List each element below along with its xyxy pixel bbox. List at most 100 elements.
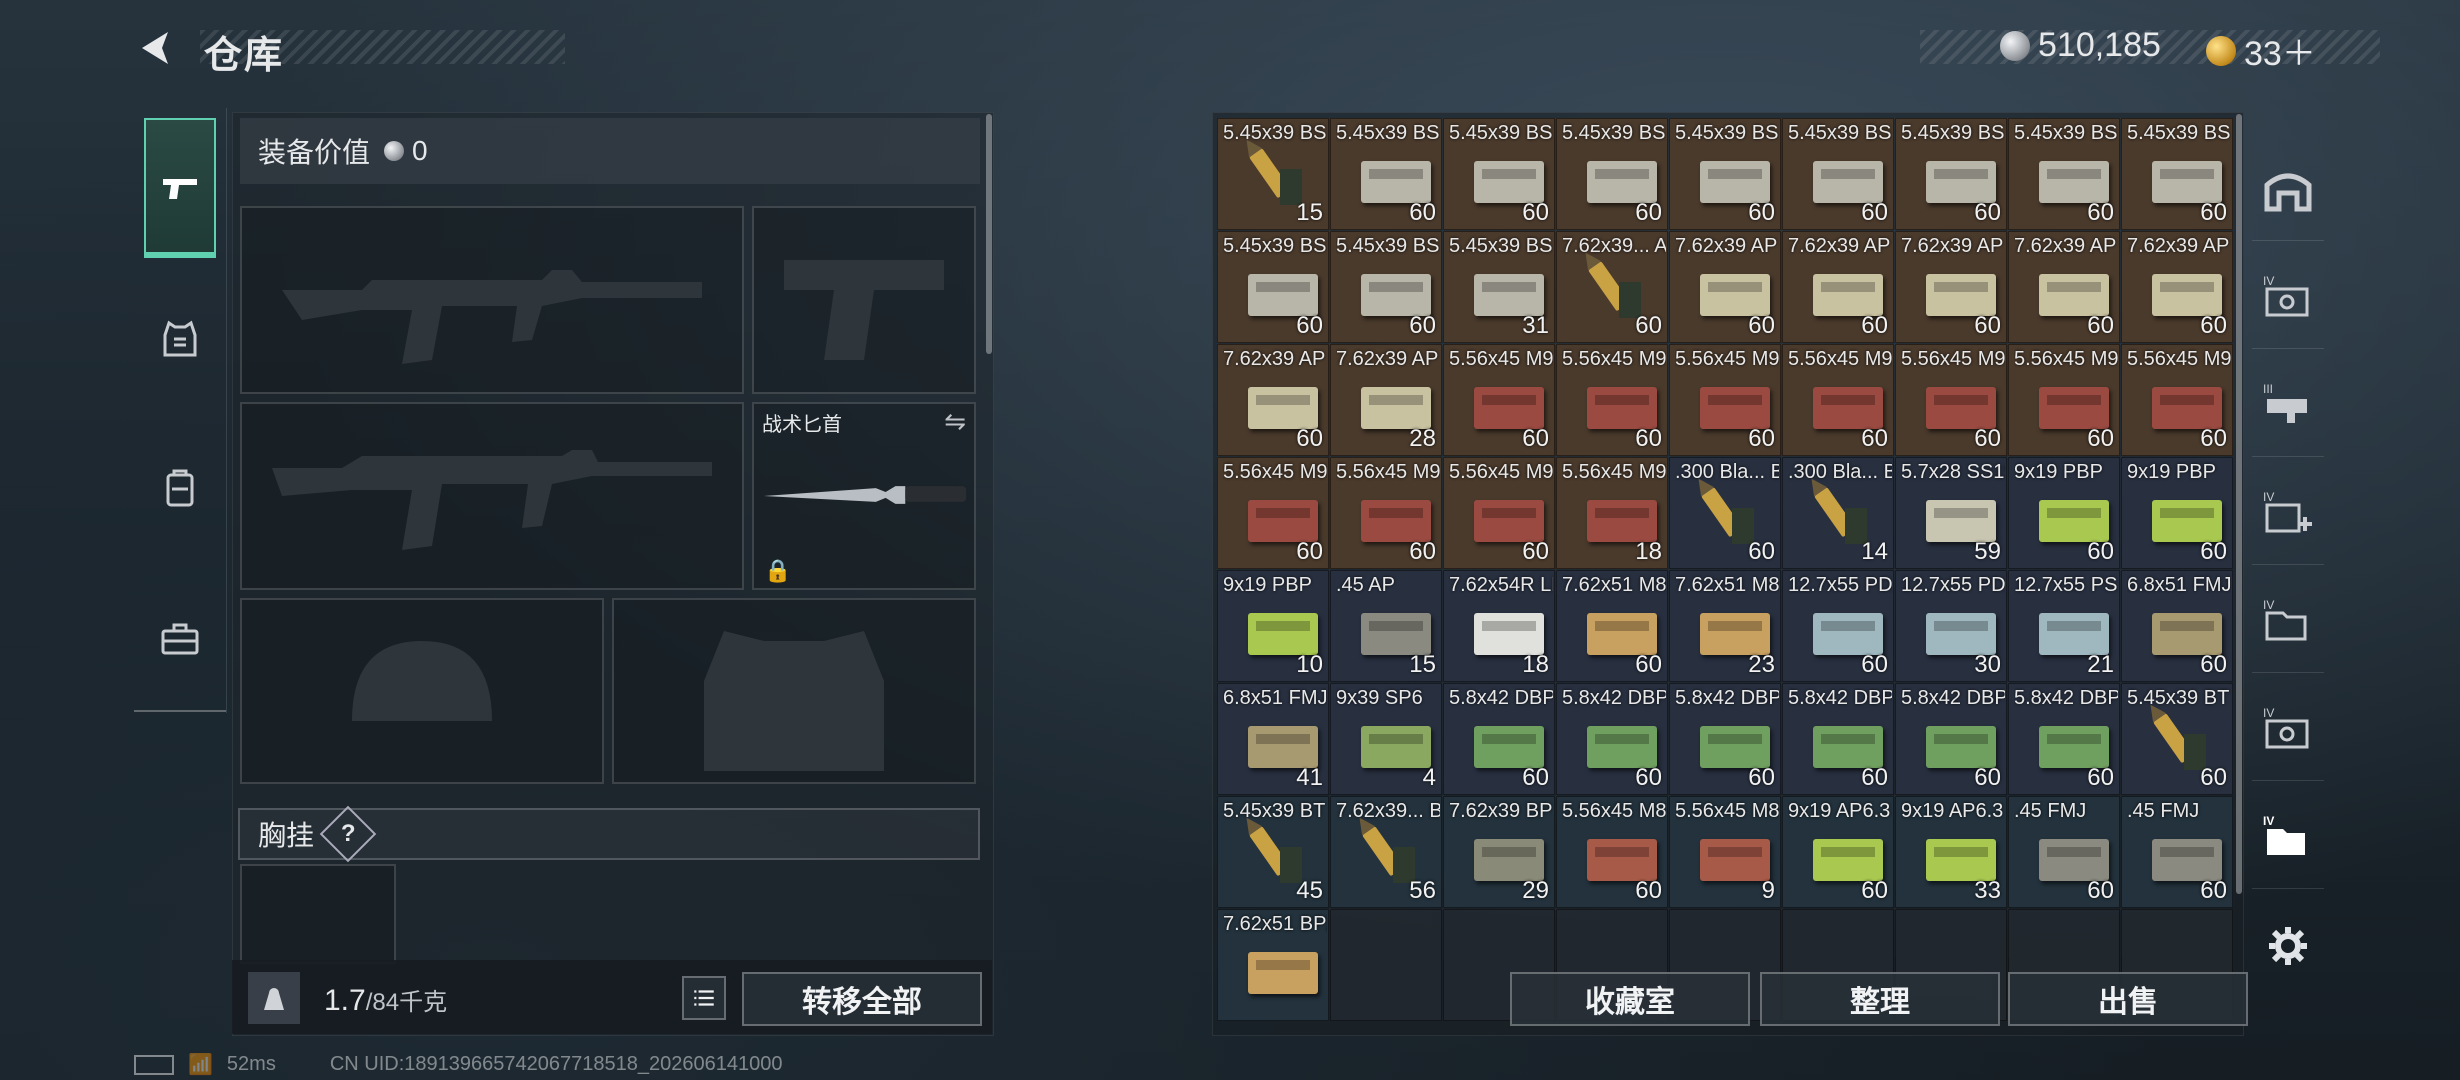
- inventory-item[interactable]: 7.62x39 AP 60: [2121, 231, 2233, 343]
- primary-weapon-slot[interactable]: [240, 206, 744, 394]
- inventory-item[interactable]: 5.45x39 BS 60: [1895, 118, 2007, 230]
- sort-button[interactable]: 整理: [1760, 972, 2000, 1026]
- inventory-item[interactable]: 9x39 SP6 4: [1330, 683, 1442, 795]
- inventory-item[interactable]: .300 Bla... BCP SUB 60: [1669, 457, 1781, 569]
- inventory-item[interactable]: 7.62x39 BP 29: [1443, 796, 1555, 908]
- back-button[interactable]: [132, 24, 180, 72]
- hideout-tab[interactable]: [2252, 140, 2324, 241]
- storage-tab-2[interactable]: III: [2252, 356, 2324, 457]
- tab-armor[interactable]: [144, 268, 216, 408]
- inventory-item[interactable]: 12.7x55 PD12双头 30: [1895, 570, 2007, 682]
- inventory-item[interactable]: 5.56x45 M995 60: [1443, 344, 1555, 456]
- inventory-item[interactable]: 7.62x39 AP 60: [2008, 231, 2120, 343]
- inventory-item[interactable]: 6.8x51 FMJ 60: [2121, 570, 2233, 682]
- storage-tab-4[interactable]: IV: [2252, 572, 2324, 673]
- storage-tab-5[interactable]: IV: [2252, 680, 2324, 781]
- inventory-item[interactable]: 5.56x45 M995 60: [1669, 344, 1781, 456]
- inventory-item[interactable]: 5.56x45 M995 60: [1895, 344, 2007, 456]
- knife-slot[interactable]: 战术匕首 ⇋ 🔒: [752, 402, 976, 590]
- transfer-all-button[interactable]: 转移全部: [742, 972, 982, 1026]
- inventory-item[interactable]: .45 FMJ 60: [2008, 796, 2120, 908]
- inventory-item[interactable]: 9x19 AP6.3 33: [1895, 796, 2007, 908]
- inventory-item[interactable]: 5.45x39 BS 60: [1782, 118, 1894, 230]
- inventory-item[interactable]: 5.56x45 M855A1 9: [1669, 796, 1781, 908]
- inventory-item[interactable]: 9x19 PBP 10: [1217, 570, 1329, 682]
- primary-weapon-slot-2[interactable]: [240, 402, 744, 590]
- inventory-item[interactable]: 7.62x39 AP 28: [1330, 344, 1442, 456]
- tab-weapons[interactable]: [144, 118, 216, 258]
- inventory-item[interactable]: 7.62x39 AP 60: [1895, 231, 2007, 343]
- inventory-item[interactable]: 5.45x39 BT SS 45: [1217, 796, 1329, 908]
- inventory-item[interactable]: 5.7x28 SS193 59: [1895, 457, 2007, 569]
- inventory-item[interactable]: 12.7x55 PD12双头 60: [1782, 570, 1894, 682]
- inventory-item[interactable]: 5.8x42 DBP10 60: [1782, 683, 1894, 795]
- ammo-box-icon: [1248, 387, 1318, 429]
- inventory-item[interactable]: 7.62x39 AP 60: [1217, 344, 1329, 456]
- inventory-item[interactable]: 5.56x45 M995 60: [2121, 344, 2233, 456]
- ammo-box-icon: [1474, 274, 1544, 316]
- inventory-item[interactable]: .45 FMJ 60: [2121, 796, 2233, 908]
- inventory-item[interactable]: 5.8x42 DBP10 60: [1556, 683, 1668, 795]
- inventory-item[interactable]: 7.62x39 AP 60: [1782, 231, 1894, 343]
- chest-rig-slot[interactable]: [240, 864, 396, 964]
- tab-toolbox[interactable]: [144, 568, 216, 708]
- inventory-item[interactable]: 7.62x51 BPZ: [1217, 909, 1329, 1021]
- inventory-item[interactable]: 7.62x39... BP SUB 56: [1330, 796, 1442, 908]
- tab-backpack[interactable]: [144, 418, 216, 558]
- ammo-box-icon: [1248, 726, 1318, 768]
- body-armor-slot[interactable]: [612, 598, 976, 784]
- swap-icon[interactable]: ⇋: [944, 406, 966, 437]
- helmet-slot[interactable]: [240, 598, 604, 784]
- inventory-item[interactable]: 5.45x39 BS 60: [1443, 118, 1555, 230]
- inventory-item[interactable]: 5.45x39 BS 60: [2008, 118, 2120, 230]
- inventory-item[interactable]: 5.45x39 BS 60: [2121, 118, 2233, 230]
- inventory-item[interactable]: 5.56x45 M995 60: [1443, 457, 1555, 569]
- inventory-item[interactable]: 5.56x45 M995 60: [1217, 457, 1329, 569]
- inventory-item[interactable]: 7.62x54R LPS 18: [1443, 570, 1555, 682]
- inventory-item[interactable]: .45 AP 15: [1330, 570, 1442, 682]
- inventory-item[interactable]: 5.45x39 BS 60: [1330, 118, 1442, 230]
- inventory-item[interactable]: .300 Bla... BCP SUB 14: [1782, 457, 1894, 569]
- inventory-item[interactable]: 5.8x42 DBP10 60: [1669, 683, 1781, 795]
- inventory-item[interactable]: 5.45x39 BT SS 60: [2121, 683, 2233, 795]
- inventory-item[interactable]: 7.62x39... AP SUB 60: [1556, 231, 1668, 343]
- equipment-scrollbar[interactable]: [986, 114, 992, 354]
- inventory-item[interactable]: 7.62x51 M80 23: [1669, 570, 1781, 682]
- storage-tab-6-active[interactable]: IV: [2252, 788, 2324, 889]
- ammo-box-icon: [2039, 274, 2109, 316]
- inventory-item[interactable]: 9x19 PBP 60: [2121, 457, 2233, 569]
- inventory-item[interactable]: 5.56x45 M995 18: [1556, 457, 1668, 569]
- item-name: 7.62x39 AP: [1336, 348, 1439, 370]
- sell-button[interactable]: 出售: [2008, 972, 2248, 1026]
- inventory-item[interactable]: 5.45x39 BS 60: [1217, 231, 1329, 343]
- inventory-item[interactable]: 5.8x42 DBP10 60: [1895, 683, 2007, 795]
- inventory-item[interactable]: 9x19 PBP 60: [2008, 457, 2120, 569]
- secondary-weapon-slot[interactable]: [752, 206, 976, 394]
- inventory-item[interactable]: 5.45x39 BS 60: [1330, 231, 1442, 343]
- inventory-item[interactable]: 7.62x39 AP 60: [1669, 231, 1781, 343]
- inventory-item[interactable]: 5.45x39 BS 31: [1443, 231, 1555, 343]
- inventory-item[interactable]: 5.56x45 M995 60: [1556, 344, 1668, 456]
- inventory-item[interactable]: 5.56x45 M995 60: [1330, 457, 1442, 569]
- inventory-item[interactable]: 5.56x45 M995 60: [1782, 344, 1894, 456]
- inventory-item[interactable]: 5.8x42 DBP10 60: [1443, 683, 1555, 795]
- storage-tab-1[interactable]: IV: [2252, 248, 2324, 349]
- inventory-item[interactable]: 12.7x55 PS12 21: [2008, 570, 2120, 682]
- settings-button[interactable]: [2252, 896, 2324, 996]
- inventory-item[interactable]: 5.45x39 BS 51 15: [1217, 118, 1329, 230]
- gold-currency[interactable]: 33＋: [2206, 26, 2316, 75]
- inventory-item[interactable]: 6.8x51 FMJ 41: [1217, 683, 1329, 795]
- inventory-item[interactable]: 7.62x51 M80 60: [1556, 570, 1668, 682]
- inventory-scrollbar[interactable]: [2236, 114, 2242, 894]
- inventory-item[interactable]: 5.56x45 M855A1 60: [1556, 796, 1668, 908]
- list-view-button[interactable]: [682, 976, 726, 1020]
- help-button[interactable]: ?: [319, 805, 377, 863]
- inventory-item[interactable]: 9x19 AP6.3 60: [1782, 796, 1894, 908]
- inventory-item[interactable]: 5.56x45 M995 60: [2008, 344, 2120, 456]
- inventory-item[interactable]: 5.45x39 BS 60: [1669, 118, 1781, 230]
- storage-tab-3[interactable]: IV: [2252, 464, 2324, 565]
- inventory-item[interactable]: 5.45x39 BS 60: [1556, 118, 1668, 230]
- empty-slot[interactable]: [1330, 909, 1442, 1021]
- collection-button[interactable]: 收藏室: [1510, 972, 1750, 1026]
- inventory-item[interactable]: 5.8x42 DBP10 60: [2008, 683, 2120, 795]
